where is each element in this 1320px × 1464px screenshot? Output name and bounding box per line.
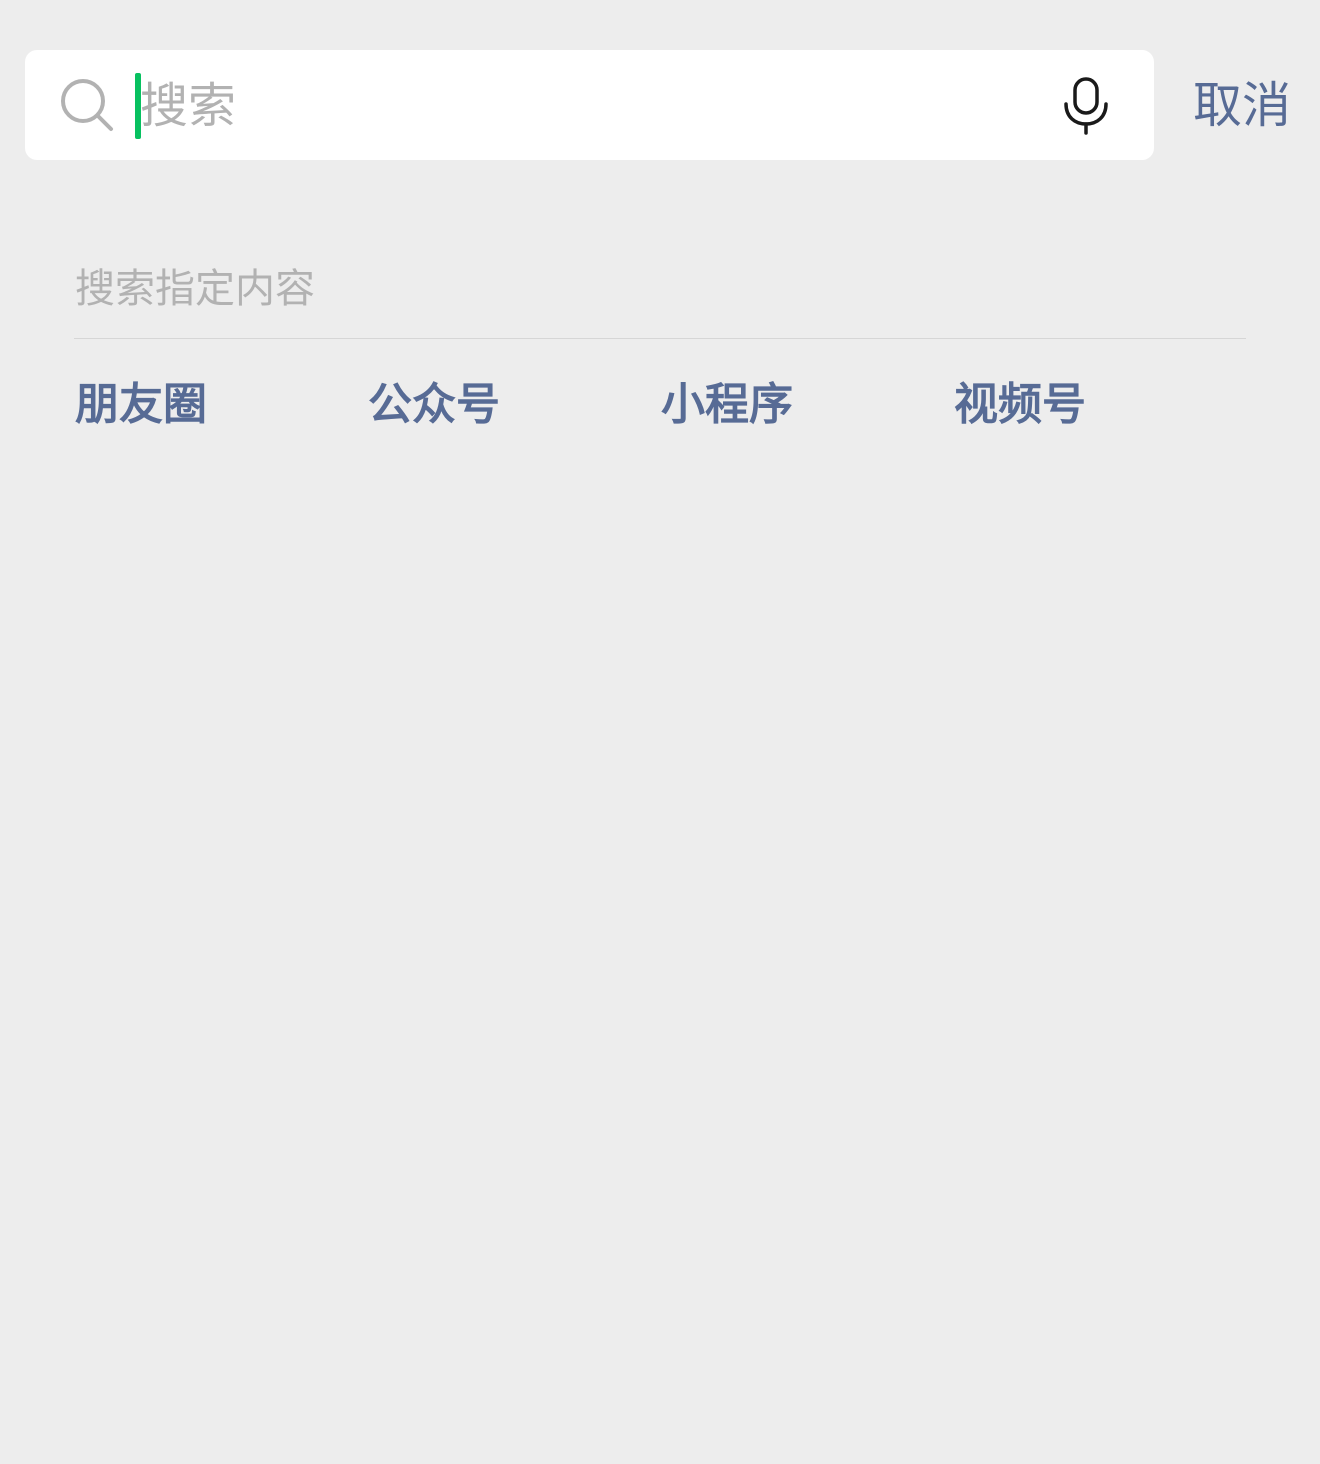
cancel-button[interactable]: 取消: [1193, 74, 1291, 138]
category-channels[interactable]: 视频号: [954, 376, 1086, 434]
divider: [74, 338, 1246, 339]
microphone-icon[interactable]: [1060, 76, 1112, 136]
category-moments[interactable]: 朋友圈: [75, 376, 207, 434]
search-icon: [61, 79, 113, 131]
category-official-accounts[interactable]: 公众号: [368, 376, 500, 434]
category-mini-programs[interactable]: 小程序: [661, 376, 793, 434]
search-input[interactable]: [140, 72, 1020, 140]
section-title: 搜索指定内容: [75, 266, 315, 312]
